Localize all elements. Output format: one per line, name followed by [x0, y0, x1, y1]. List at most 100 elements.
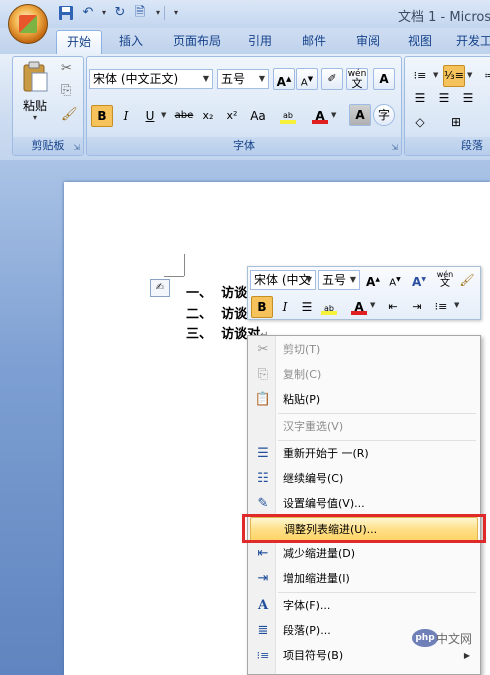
mini-phonetic-icon[interactable]: wén 文: [434, 269, 456, 291]
shrink-font-icon: A: [300, 77, 308, 89]
menu-item-label: 汉字重选(V): [283, 420, 344, 433]
restart-numbering-icon: ☰: [257, 446, 269, 461]
grow-font-icon: A: [276, 75, 286, 89]
tab-home[interactable]: 开始: [56, 30, 102, 54]
dialog-launcher-icon[interactable]: ⇲: [391, 143, 398, 152]
mini-format-painter-icon[interactable]: 🖌: [456, 269, 478, 291]
paragraph-group: ⁝≡ ▼ ⅓≡ ▼ ≔ ☰ ☰ ☰ ◇ ⊞ 段落: [404, 56, 490, 156]
mini-bullets-icon[interactable]: ⁝≡: [430, 296, 452, 318]
menu-item-set-number-value[interactable]: ✎ 设置编号值(V)...: [250, 492, 478, 516]
phonetic-guide-button[interactable]: wén 文: [346, 68, 368, 90]
menu-item-paste[interactable]: 📋 粘贴(P): [250, 388, 478, 412]
mini-styles-icon[interactable]: A▼: [408, 269, 430, 291]
italic-button[interactable]: I: [115, 105, 137, 127]
save-icon[interactable]: [58, 5, 74, 21]
tab-references[interactable]: 引用: [240, 30, 280, 54]
margin-mark: [184, 254, 185, 276]
mini-bullets-dropdown-icon[interactable]: ▼: [454, 301, 459, 309]
bullets-dropdown-icon[interactable]: ▼: [433, 71, 438, 79]
highlight-box: [242, 514, 486, 543]
strikethrough-button[interactable]: abe: [173, 105, 195, 127]
numbering-dropdown-icon[interactable]: ▼: [467, 71, 472, 79]
multilevel-list-icon[interactable]: ≔: [479, 65, 490, 87]
dialog-launcher-icon[interactable]: ⇲: [73, 143, 80, 152]
bullets-icon[interactable]: ⁝≡: [409, 65, 431, 87]
menu-item-cut[interactable]: ✂ 剪切(T): [250, 338, 478, 362]
autocorrect-options-icon[interactable]: ✍: [150, 279, 170, 297]
mini-italic-button[interactable]: I: [274, 296, 296, 318]
office-button[interactable]: [8, 4, 48, 44]
font-size-value: 五号: [221, 72, 246, 86]
tab-review[interactable]: 审阅: [348, 30, 388, 54]
menu-item-label: 继续编号(C): [283, 472, 344, 485]
font-color-dropdown-icon[interactable]: ▼: [331, 111, 336, 119]
print-preview-icon[interactable]: 🗎: [132, 5, 148, 21]
menu-item-restart-numbering[interactable]: ☰ 重新开始于 一(R): [250, 442, 478, 466]
underline-button[interactable]: U: [139, 105, 161, 127]
font-group-label: 字体: [87, 137, 401, 155]
format-painter-icon[interactable]: 🖌: [61, 107, 78, 122]
numbering-icon[interactable]: ⅓≡: [443, 65, 465, 87]
tab-view[interactable]: 视图: [400, 30, 440, 54]
align-center-icon[interactable]: ☰: [433, 87, 455, 109]
shrink-font-button[interactable]: A▼: [296, 68, 318, 90]
menu-item-decrease-indent[interactable]: ⇤ 减少缩进量(D): [250, 542, 478, 566]
menu-item-continue-numbering[interactable]: ☷ 继续编号(C): [250, 467, 478, 491]
mini-font-combo[interactable]: 宋体 (中文 ▼: [250, 270, 316, 290]
chevron-down-icon: ▼: [349, 275, 357, 284]
mini-grow-font-icon[interactable]: A▲: [362, 269, 384, 291]
mini-font-color-icon[interactable]: A: [348, 296, 370, 318]
mini-center-icon[interactable]: ☰: [296, 296, 318, 318]
bold-button[interactable]: B: [91, 105, 113, 127]
mini-increase-indent-icon[interactable]: ⇥: [406, 296, 428, 318]
subscript-button[interactable]: x₂: [197, 105, 219, 127]
redo-icon[interactable]: ↻: [112, 5, 128, 21]
mini-font-color-dropdown-icon[interactable]: ▼: [370, 301, 375, 309]
menu-item-increase-indent[interactable]: ⇥ 增加缩进量(I): [250, 567, 478, 591]
undo-icon[interactable]: ↶: [80, 5, 96, 21]
highlight-icon[interactable]: ab: [277, 105, 299, 127]
underline-dropdown-icon[interactable]: ▼: [161, 111, 166, 119]
clear-format-icon[interactable]: ✐: [321, 68, 343, 90]
tab-insert[interactable]: 插入: [108, 30, 154, 54]
align-left-icon[interactable]: ☰: [409, 87, 431, 109]
menu-item-label: 设置编号值(V)...: [283, 497, 365, 510]
mini-decrease-indent-icon[interactable]: ⇤: [382, 296, 404, 318]
chevron-down-icon: ▼: [258, 74, 266, 83]
mini-size-combo[interactable]: 五号 ▼: [318, 270, 360, 290]
mini-shrink-font-icon[interactable]: A▼: [384, 269, 406, 291]
mini-highlight-icon[interactable]: ab: [318, 296, 340, 318]
copy-icon[interactable]: ⎘: [61, 83, 71, 98]
character-border-button[interactable]: A: [373, 68, 395, 90]
menu-item-label: 重新开始于 一(R): [283, 447, 369, 460]
chevron-down-icon: ▼: [202, 74, 210, 83]
menu-separator: [278, 592, 476, 593]
menu-item-reconvert[interactable]: 汉字重选(V): [250, 415, 478, 439]
watermark: php 中文网: [412, 628, 486, 650]
grow-font-button[interactable]: A▲: [273, 68, 295, 90]
shading-icon[interactable]: ◇: [409, 111, 431, 133]
undo-dropdown-icon[interactable]: ▾: [96, 5, 112, 21]
tab-page-layout[interactable]: 页面布局: [164, 30, 230, 54]
mini-bold-button[interactable]: B: [251, 296, 273, 318]
paste-icon[interactable]: [21, 61, 49, 93]
customize-qat-icon[interactable]: ▾: [168, 5, 184, 21]
paste-button[interactable]: 粘贴: [23, 97, 47, 114]
paste-dropdown-icon[interactable]: ▾: [33, 113, 37, 122]
bullets-icon: ⁝≡: [256, 649, 270, 662]
tab-mailings[interactable]: 邮件: [294, 30, 334, 54]
character-shading-button[interactable]: A: [349, 104, 371, 126]
tab-developer[interactable]: 开发工: [452, 30, 490, 54]
superscript-button[interactable]: x²: [221, 105, 243, 127]
menu-item-font[interactable]: A 字体(F)...: [250, 594, 478, 618]
change-case-button[interactable]: Aa: [245, 105, 271, 127]
cut-icon[interactable]: ✂: [61, 61, 72, 76]
font-name-combo[interactable]: 宋体 (中文正文) ▼: [89, 69, 213, 89]
context-menu: ✂ 剪切(T) ⎘ 复制(C) 📋 粘贴(P) 汉字重选(V) ☰ 重新开始于 一(R)…: [247, 335, 481, 675]
borders-icon[interactable]: ⊞: [445, 111, 467, 133]
menu-item-copy[interactable]: ⎘ 复制(C): [250, 363, 478, 387]
font-size-combo[interactable]: 五号 ▼: [217, 69, 269, 89]
enclose-characters-button[interactable]: 字: [373, 104, 395, 126]
font-color-icon[interactable]: A: [309, 105, 331, 127]
align-right-icon[interactable]: ☰: [457, 87, 479, 109]
